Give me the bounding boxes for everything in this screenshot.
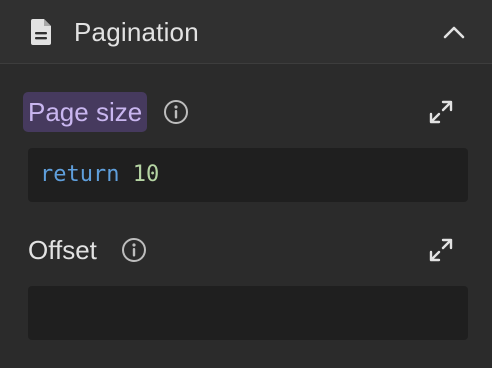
code-value: 10	[132, 162, 160, 187]
pagination-section-header[interactable]: Pagination	[0, 0, 492, 64]
page-size-code-editor[interactable]: return 10	[28, 148, 468, 202]
expand-icon[interactable]	[428, 99, 454, 125]
offset-code-editor[interactable]	[28, 286, 468, 340]
offset-field-header: Offset	[0, 230, 492, 270]
document-icon	[29, 18, 53, 46]
offset-label: Offset	[28, 235, 97, 265]
page-size-label: Page size	[23, 92, 148, 132]
expand-icon[interactable]	[428, 237, 454, 263]
code-keyword: return	[40, 162, 120, 187]
pagination-panel: Pagination Page size return 10 Offset	[0, 0, 492, 368]
page-size-field-header: Page size	[0, 92, 492, 132]
info-icon[interactable]	[163, 99, 189, 125]
info-icon[interactable]	[121, 237, 147, 263]
chevron-up-icon[interactable]	[438, 16, 470, 48]
section-title: Pagination	[74, 17, 199, 47]
